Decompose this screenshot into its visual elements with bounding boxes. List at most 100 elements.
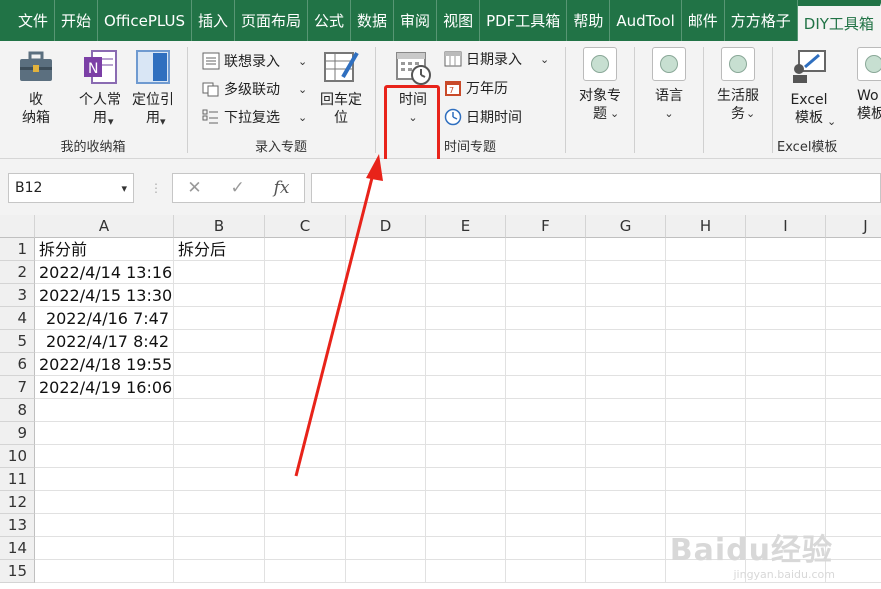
cell-B13[interactable] bbox=[174, 514, 265, 537]
row-header-4[interactable]: 4 bbox=[0, 307, 35, 330]
cell-B8[interactable] bbox=[174, 399, 265, 422]
cell-H3[interactable] bbox=[666, 284, 746, 307]
cell-B2[interactable] bbox=[174, 261, 265, 284]
cell-E6[interactable] bbox=[426, 353, 506, 376]
cell-A13[interactable] bbox=[35, 514, 174, 537]
cell-B9[interactable] bbox=[174, 422, 265, 445]
cell-J2[interactable] bbox=[826, 261, 881, 284]
row-header-10[interactable]: 10 bbox=[0, 445, 35, 468]
cell-H9[interactable] bbox=[666, 422, 746, 445]
cell-A3[interactable]: 2022/4/15 13:30 bbox=[35, 284, 174, 307]
cell-B1[interactable]: 拆分后 bbox=[174, 238, 265, 261]
cell-A6[interactable]: 2022/4/18 19:55 bbox=[35, 353, 174, 376]
cell-E12[interactable] bbox=[426, 491, 506, 514]
cell-B5[interactable] bbox=[174, 330, 265, 353]
cell-G7[interactable] bbox=[586, 376, 666, 399]
cell-B10[interactable] bbox=[174, 445, 265, 468]
cell-G8[interactable] bbox=[586, 399, 666, 422]
cell-D15[interactable] bbox=[346, 560, 426, 583]
tab-14[interactable]: DIY工具箱 bbox=[797, 3, 881, 41]
cell-E2[interactable] bbox=[426, 261, 506, 284]
cell-G12[interactable] bbox=[586, 491, 666, 514]
cell-H7[interactable] bbox=[666, 376, 746, 399]
cell-F4[interactable] bbox=[506, 307, 586, 330]
row-header-5[interactable]: 5 bbox=[0, 330, 35, 353]
excel-template-button[interactable]: Excel 模板 ⌄ bbox=[779, 47, 839, 128]
assoc-input-button[interactable]: 联想录入 ⌄ bbox=[202, 51, 307, 71]
cell-J12[interactable] bbox=[826, 491, 881, 514]
row-header-3[interactable]: 3 bbox=[0, 284, 35, 307]
cell-F3[interactable] bbox=[506, 284, 586, 307]
tab-6[interactable]: 数据 bbox=[351, 0, 395, 41]
cell-I11[interactable] bbox=[746, 468, 826, 491]
cell-C15[interactable] bbox=[265, 560, 346, 583]
cell-G4[interactable] bbox=[586, 307, 666, 330]
cell-E5[interactable] bbox=[426, 330, 506, 353]
cell-H12[interactable] bbox=[666, 491, 746, 514]
cell-B3[interactable] bbox=[174, 284, 265, 307]
tab-12[interactable]: 邮件 bbox=[682, 0, 725, 41]
tab-1[interactable]: 开始 bbox=[55, 0, 99, 41]
column-header-I[interactable]: I bbox=[746, 215, 826, 238]
cell-F7[interactable] bbox=[506, 376, 586, 399]
tab-10[interactable]: 帮助 bbox=[567, 0, 611, 41]
cell-H11[interactable] bbox=[666, 468, 746, 491]
cell-C1[interactable] bbox=[265, 238, 346, 261]
column-header-B[interactable]: B bbox=[174, 215, 265, 238]
date-input-button[interactable]: 日期录入 ⌄ bbox=[444, 49, 549, 69]
cell-A8[interactable] bbox=[35, 399, 174, 422]
cell-C10[interactable] bbox=[265, 445, 346, 468]
cell-D12[interactable] bbox=[346, 491, 426, 514]
cell-G15[interactable] bbox=[586, 560, 666, 583]
cell-I12[interactable] bbox=[746, 491, 826, 514]
cell-F5[interactable] bbox=[506, 330, 586, 353]
cell-H4[interactable] bbox=[666, 307, 746, 330]
row-header-9[interactable]: 9 bbox=[0, 422, 35, 445]
column-header-H[interactable]: H bbox=[666, 215, 746, 238]
cell-D13[interactable] bbox=[346, 514, 426, 537]
cell-D1[interactable] bbox=[346, 238, 426, 261]
cell-G11[interactable] bbox=[586, 468, 666, 491]
row-header-7[interactable]: 7 bbox=[0, 376, 35, 399]
cell-B7[interactable] bbox=[174, 376, 265, 399]
cell-E9[interactable] bbox=[426, 422, 506, 445]
object-topic-button[interactable]: 对象专 题 ⌄ bbox=[572, 47, 628, 123]
cell-B4[interactable] bbox=[174, 307, 265, 330]
tab-7[interactable]: 审阅 bbox=[394, 0, 438, 41]
row-header-14[interactable]: 14 bbox=[0, 537, 35, 560]
cell-B14[interactable] bbox=[174, 537, 265, 560]
cell-C12[interactable] bbox=[265, 491, 346, 514]
tab-5[interactable]: 公式 bbox=[308, 0, 352, 41]
cell-J8[interactable] bbox=[826, 399, 881, 422]
drag-handle-icon[interactable]: ⋮ bbox=[150, 181, 162, 195]
row-header-12[interactable]: 12 bbox=[0, 491, 35, 514]
cell-G10[interactable] bbox=[586, 445, 666, 468]
cell-J4[interactable] bbox=[826, 307, 881, 330]
cell-D7[interactable] bbox=[346, 376, 426, 399]
locate-ref-button[interactable]: 定位引 用 ▾ bbox=[128, 47, 178, 128]
cell-F1[interactable] bbox=[506, 238, 586, 261]
cell-I2[interactable] bbox=[746, 261, 826, 284]
cell-A10[interactable] bbox=[35, 445, 174, 468]
cell-E3[interactable] bbox=[426, 284, 506, 307]
cell-A15[interactable] bbox=[35, 560, 174, 583]
confirm-icon[interactable]: ✓ bbox=[231, 178, 245, 198]
cell-G6[interactable] bbox=[586, 353, 666, 376]
row-header-8[interactable]: 8 bbox=[0, 399, 35, 422]
cell-D10[interactable] bbox=[346, 445, 426, 468]
cell-D9[interactable] bbox=[346, 422, 426, 445]
cell-D14[interactable] bbox=[346, 537, 426, 560]
cell-D11[interactable] bbox=[346, 468, 426, 491]
word-template-button[interactable]: Wo 模板 bbox=[857, 47, 881, 123]
column-header-D[interactable]: D bbox=[346, 215, 426, 238]
cell-I1[interactable] bbox=[746, 238, 826, 261]
row-header-13[interactable]: 13 bbox=[0, 514, 35, 537]
row-header-2[interactable]: 2 bbox=[0, 261, 35, 284]
column-header-J[interactable]: J bbox=[826, 215, 881, 238]
cell-A11[interactable] bbox=[35, 468, 174, 491]
cell-C6[interactable] bbox=[265, 353, 346, 376]
storage-button[interactable]: 收 纳箱 bbox=[12, 47, 60, 127]
cell-F2[interactable] bbox=[506, 261, 586, 284]
row-header-6[interactable]: 6 bbox=[0, 353, 35, 376]
cell-A14[interactable] bbox=[35, 537, 174, 560]
